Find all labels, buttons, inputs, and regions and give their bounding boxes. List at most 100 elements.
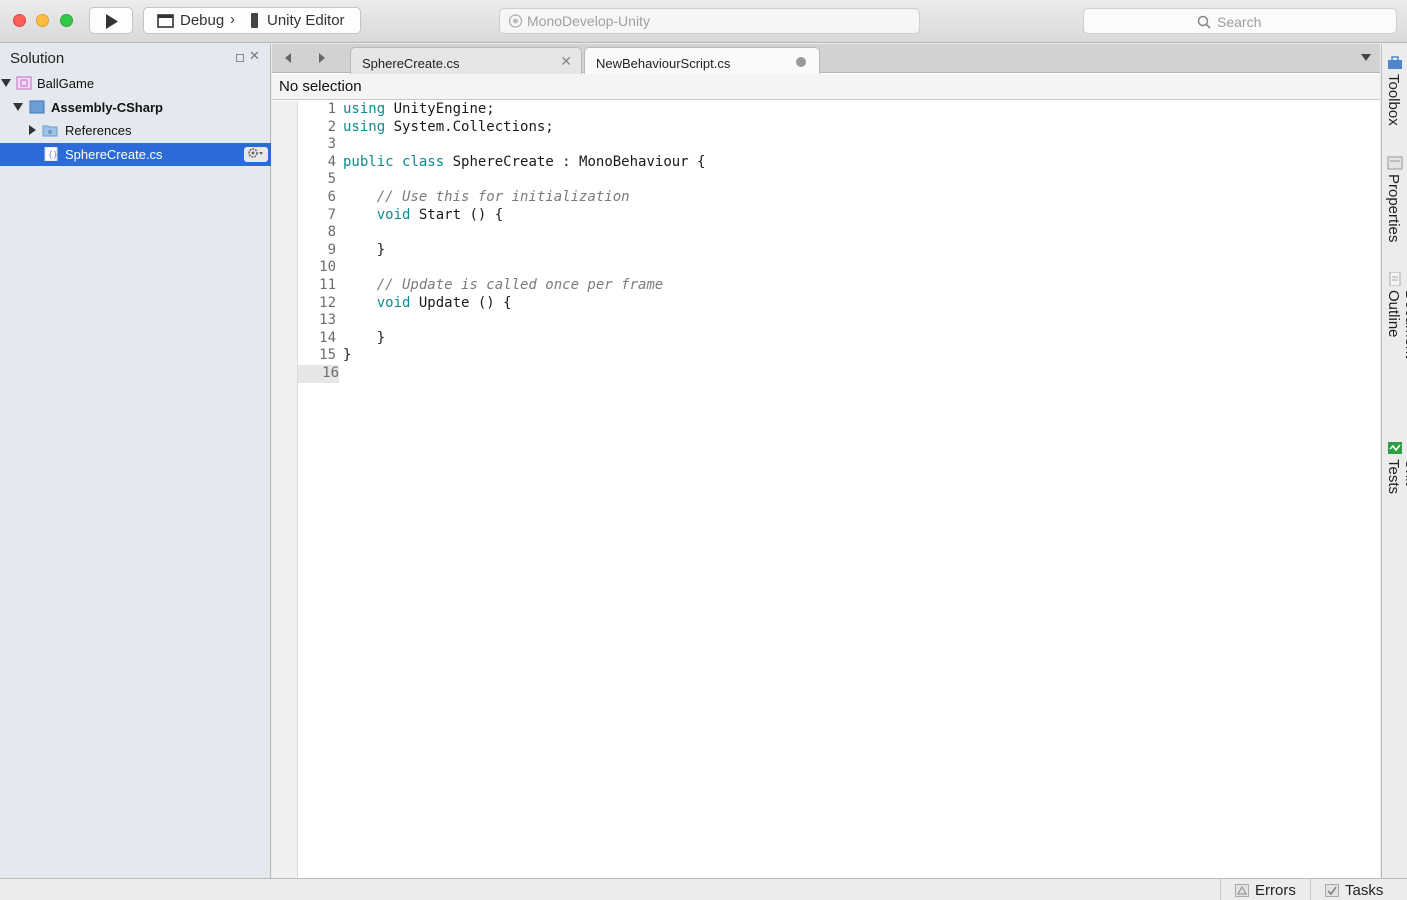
gear-menu-button[interactable] bbox=[244, 147, 268, 162]
line-number: 4 bbox=[327, 153, 336, 170]
code-line[interactable]: 15} bbox=[298, 347, 1378, 365]
path-bar-label[interactable]: No selection bbox=[279, 78, 362, 95]
keyword-token: using bbox=[343, 101, 386, 117]
tree-item-label: SphereCreate.cs bbox=[65, 147, 163, 162]
code-line[interactable]: 6 // Use this for initialization bbox=[298, 189, 1378, 207]
properties-icon bbox=[1387, 156, 1403, 170]
status-text: MonoDevelop-Unity bbox=[527, 13, 650, 29]
line-number: 6 bbox=[327, 188, 336, 205]
code-line[interactable]: 9 } bbox=[298, 242, 1378, 260]
unit-tests-label: Unit Tests bbox=[1385, 459, 1407, 495]
solution-pad: Solution ✕ BallGame Assembly-CSharp Refe… bbox=[0, 44, 271, 878]
tasks-pad-button[interactable]: Tasks bbox=[1310, 879, 1407, 900]
navigate-forward-icon[interactable] bbox=[319, 53, 325, 63]
code-line[interactable]: 4 public class SphereCreate : MonoBehavio… bbox=[298, 154, 1378, 172]
code-line[interactable]: 10 bbox=[298, 259, 1378, 277]
code-token: } bbox=[343, 329, 386, 346]
code-text: void Start () { bbox=[343, 207, 503, 225]
fold-margin[interactable] bbox=[272, 101, 298, 878]
line-number: 16 bbox=[298, 364, 339, 383]
tree-item-assembly-csharp[interactable]: Assembly-CSharp bbox=[0, 96, 271, 119]
monodevelop-icon bbox=[508, 14, 523, 28]
toolbox-icon bbox=[1388, 56, 1402, 69]
tree-item-spherecreate-cs[interactable]: {} SphereCreate.cs bbox=[0, 143, 271, 166]
close-pad-icon[interactable]: ✕ bbox=[249, 48, 260, 64]
keyword-token: using bbox=[343, 118, 386, 135]
close-tab-icon[interactable]: ✕ bbox=[560, 53, 572, 70]
document-outline-label: Document Outline bbox=[1385, 290, 1407, 359]
unsaved-indicator-icon[interactable] bbox=[796, 57, 806, 67]
code-line[interactable]: 12 void Update () { bbox=[298, 295, 1378, 313]
line-number: 12 bbox=[319, 294, 336, 311]
code-text: } bbox=[343, 347, 351, 365]
close-window-button[interactable] bbox=[13, 14, 26, 27]
tab-newbehaviourscript-cs[interactable]: NewBehaviourScript.cs bbox=[584, 47, 820, 74]
float-pad-icon[interactable] bbox=[236, 54, 244, 62]
run-button[interactable] bbox=[89, 7, 133, 34]
run-target-label: Unity Editor bbox=[267, 12, 345, 29]
code-line[interactable]: 13 bbox=[298, 312, 1378, 330]
code-token: } bbox=[343, 347, 352, 364]
maximize-window-button[interactable] bbox=[60, 14, 73, 27]
tree-item-ballgame[interactable]: BallGame bbox=[0, 72, 271, 95]
code-line[interactable]: 11 // Update is called once per frame bbox=[298, 277, 1378, 295]
minimize-window-button[interactable] bbox=[36, 14, 49, 27]
navigate-back-icon[interactable] bbox=[285, 53, 291, 63]
code-line[interactable]: 7 void Start () { bbox=[298, 207, 1378, 225]
gear-icon bbox=[248, 148, 263, 158]
line-number: 5 bbox=[327, 171, 336, 188]
code-token: Update () { bbox=[410, 294, 512, 311]
keyword-token: void bbox=[376, 206, 411, 223]
svg-text:{}: {} bbox=[48, 150, 58, 159]
code-line[interactable]: 8 bbox=[298, 224, 1378, 242]
code-line[interactable]: 16 bbox=[298, 364, 1378, 383]
code-text: // Use this for initialization bbox=[343, 189, 630, 207]
tree-item-references[interactable]: References bbox=[0, 119, 271, 142]
expand-triangle-icon[interactable] bbox=[13, 103, 23, 111]
tab-bar: SphereCreate.cs ✕ NewBehaviourScript.cs bbox=[272, 44, 1380, 74]
tasks-label: Tasks bbox=[1345, 882, 1384, 899]
code-editor[interactable]: 1 using UnityEngine; 2 using System.Collect… bbox=[298, 101, 1378, 383]
code-line[interactable]: 3 bbox=[298, 136, 1378, 154]
line-number: 7 bbox=[327, 206, 336, 223]
document-outline-icon bbox=[1389, 272, 1401, 286]
line-number: 14 bbox=[319, 329, 336, 346]
csharp-file-icon: {} bbox=[44, 147, 58, 161]
line-number: 9 bbox=[327, 241, 336, 258]
project-icon bbox=[29, 100, 45, 114]
line-number: 13 bbox=[319, 312, 336, 329]
code-line[interactable]: 5 bbox=[298, 171, 1378, 189]
code-token: System.Collections; bbox=[385, 118, 554, 135]
tab-spherecreate-cs[interactable]: SphereCreate.cs ✕ bbox=[350, 47, 582, 74]
editor-area: SphereCreate.cs ✕ NewBehaviourScript.cs … bbox=[272, 44, 1380, 878]
code-line[interactable]: 14 } bbox=[298, 330, 1378, 348]
search-input[interactable]: Search bbox=[1083, 8, 1397, 34]
code-text: void Update () { bbox=[343, 295, 512, 313]
solution-pad-title: Solution bbox=[10, 50, 65, 67]
code-line[interactable]: 2 using System.Collections; bbox=[298, 119, 1378, 137]
window-icon bbox=[157, 14, 174, 28]
path-bar: No selection bbox=[272, 74, 1380, 100]
tab-list-dropdown-icon[interactable] bbox=[1361, 54, 1371, 61]
expand-triangle-icon[interactable] bbox=[1, 79, 11, 87]
code-token: SphereCreate : MonoBehaviour { bbox=[444, 153, 706, 170]
code-text: // Update is called once per frame bbox=[343, 277, 664, 295]
comment-token: // Use this for initialization bbox=[376, 188, 630, 205]
configuration-selector[interactable]: Debug › Unity Editor bbox=[143, 7, 361, 34]
status-bar: Errors Tasks bbox=[0, 878, 1407, 900]
search-icon bbox=[1197, 15, 1211, 29]
checkmark-icon bbox=[1325, 884, 1339, 897]
line-number: 8 bbox=[327, 224, 336, 241]
right-dock: Toolbox Properties Document Outline Unit… bbox=[1381, 44, 1407, 878]
keyword-token: void bbox=[376, 294, 411, 311]
errors-pad-button[interactable]: Errors bbox=[1220, 879, 1310, 900]
play-icon bbox=[106, 14, 118, 29]
collapse-triangle-icon[interactable] bbox=[29, 125, 36, 135]
keyword-token: class bbox=[402, 153, 445, 170]
line-number: 1 bbox=[327, 101, 336, 117]
code-line[interactable]: 1 using UnityEngine; bbox=[298, 101, 1378, 119]
